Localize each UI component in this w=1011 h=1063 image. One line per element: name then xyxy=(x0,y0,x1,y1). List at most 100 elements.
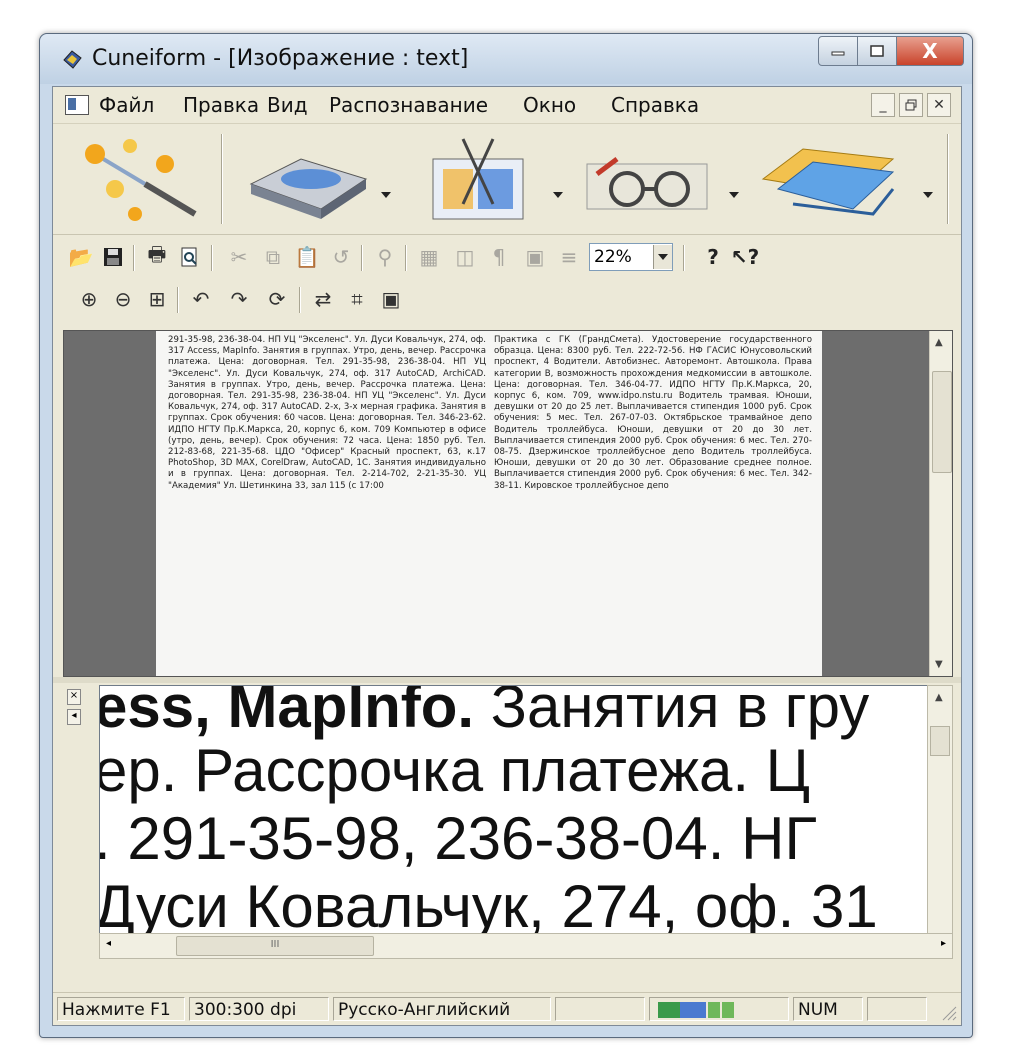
menu-edit[interactable]: Правка xyxy=(183,93,259,117)
zoom-line: ер. Рассрочка платежа. Ц xyxy=(99,737,811,804)
layout-button[interactable] xyxy=(403,134,543,224)
scanned-left-column: 291-35-98, 236-38-04. НП УЦ "Экселенс". … xyxy=(168,335,486,491)
save-file-button[interactable] xyxy=(99,243,127,271)
zoom-line: . 291-35-98, 236-38-04. НГ xyxy=(99,805,817,872)
fit-page-button[interactable]: ⊞ xyxy=(143,285,171,313)
dock-zoom-button[interactable]: ◂ xyxy=(67,709,81,725)
scrollbar-thumb[interactable] xyxy=(932,371,952,473)
zoom-select[interactable]: 22% xyxy=(589,243,673,271)
recognize-button[interactable] xyxy=(577,134,717,224)
scroll-up-icon[interactable]: ▲ xyxy=(935,337,943,348)
scroll-down-icon[interactable]: ▼ xyxy=(935,659,943,670)
pilcrow-icon: ¶ xyxy=(492,245,506,269)
scroll-right-icon[interactable]: ▸ xyxy=(941,938,946,949)
toolbar-separator xyxy=(405,245,407,271)
cut-button[interactable]: ✂ xyxy=(225,243,253,271)
zoom-value: 22% xyxy=(594,247,632,267)
scissors-icon: ✂ xyxy=(230,245,248,269)
status-bar: Нажмите F1 300:300 dpi Русско-Английский… xyxy=(53,992,961,1025)
minimize-icon xyxy=(831,51,845,56)
status-dpi: 300:300 dpi xyxy=(189,997,329,1021)
menu-recognition[interactable]: Распознавание xyxy=(329,93,488,117)
status-empty-panel xyxy=(555,997,645,1021)
zoom-in-button[interactable]: ⊕ xyxy=(75,285,103,313)
scrollbar-thumb[interactable]: III xyxy=(176,936,374,956)
title-bar[interactable]: Cuneiform - [Изображение : text] X xyxy=(40,34,972,84)
menu-bar: Файл Правка Вид Распознавание Окно Справ… xyxy=(53,87,961,124)
image-vertical-scrollbar[interactable]: ▲ ▼ xyxy=(929,331,952,676)
save-export-button[interactable] xyxy=(753,134,903,224)
close-icon: × xyxy=(69,690,79,701)
toolbar-separator xyxy=(221,134,223,224)
image-toolbar: ⊕ ⊖ ⊞ ↶ ↷ ⟳ ⇄ ⌗ ▣ xyxy=(53,279,961,319)
menu-view[interactable]: Вид xyxy=(267,93,308,117)
binoculars-icon: ⚲ xyxy=(377,245,393,269)
minimize-button[interactable] xyxy=(818,36,858,66)
chevron-down-icon[interactable] xyxy=(653,245,672,269)
menu-file[interactable]: Файл xyxy=(99,93,154,117)
doc-minimize-button[interactable]: _ xyxy=(871,93,895,117)
zoom-pane-gutter: × ◂ xyxy=(63,685,91,975)
close-icon: X xyxy=(922,39,938,63)
invert-button[interactable]: ⇄ xyxy=(309,285,337,313)
zoom-text-pane: × ◂ ess, MapInfo. Занятия в гру ер. Расс… xyxy=(63,685,953,975)
align-button[interactable]: ≡ xyxy=(555,243,583,271)
cuneiform-app-icon xyxy=(63,50,82,69)
zoom-vertical-scrollbar[interactable]: ▲ xyxy=(927,685,953,937)
invert-icon: ⇄ xyxy=(314,287,332,311)
recognition-wizard-button[interactable] xyxy=(75,134,205,224)
main-toolbar xyxy=(53,124,961,235)
doc-close-button[interactable]: ✕ xyxy=(927,93,951,117)
close-button[interactable]: X xyxy=(897,36,964,66)
print-preview-button[interactable] xyxy=(175,243,203,271)
toolbar-separator xyxy=(133,245,135,271)
scan-dropdown-arrow[interactable] xyxy=(381,192,391,198)
scroll-up-icon[interactable]: ▲ xyxy=(935,692,943,703)
copy-button[interactable]: ⧉ xyxy=(259,243,287,271)
scan-button[interactable] xyxy=(241,134,371,224)
window-title: Cuneiform - [Изображение : text] xyxy=(92,46,469,71)
columns-button[interactable]: ◫ xyxy=(451,243,479,271)
context-help-button[interactable]: ↖? xyxy=(731,243,759,271)
zoom-horizontal-scrollbar[interactable]: ◂ III ▸ xyxy=(99,933,953,959)
menu-window[interactable]: Окно xyxy=(523,93,576,117)
find-button[interactable]: ⚲ xyxy=(371,243,399,271)
image-view-pane[interactable]: 291-35-98, 236-38-04. НП УЦ "Экселенс". … xyxy=(63,330,953,677)
picture-area-button[interactable]: ▣ xyxy=(377,285,405,313)
document-window-icon[interactable] xyxy=(65,95,89,115)
select-area-button[interactable]: ⌗ xyxy=(343,285,371,313)
menu-help[interactable]: Справка xyxy=(611,93,699,117)
table-icon: ▦ xyxy=(419,245,439,269)
paste-button[interactable]: 📋 xyxy=(293,243,321,271)
scroll-left-icon[interactable]: ◂ xyxy=(106,938,111,949)
scrollbar-thumb[interactable] xyxy=(930,726,950,756)
picture-button[interactable]: ▣ xyxy=(521,243,549,271)
layout-dropdown-arrow[interactable] xyxy=(553,192,563,198)
rotate-right-button[interactable]: ↷ xyxy=(225,285,253,313)
zoom-line: ess, MapInfo. Занятия в гру xyxy=(99,685,870,740)
paragraph-marks-button[interactable]: ¶ xyxy=(485,243,513,271)
table-button[interactable]: ▦ xyxy=(415,243,443,271)
doc-restore-button[interactable] xyxy=(899,93,923,117)
scanned-right-column: Практика с ГК (ГрандСмета). Удостоверени… xyxy=(494,335,812,491)
zoom-out-button[interactable]: ⊖ xyxy=(109,285,137,313)
status-num-lock: NUM xyxy=(793,997,863,1021)
toolbar-separator xyxy=(947,134,949,224)
status-mode-panel xyxy=(649,997,789,1021)
close-zoom-button[interactable]: × xyxy=(67,689,81,705)
pane-splitter[interactable] xyxy=(53,677,961,683)
toolbar-separator xyxy=(211,245,213,271)
zoomed-text-view[interactable]: ess, MapInfo. Занятия в гру ер. Рассрочк… xyxy=(99,685,929,937)
recognize-dropdown-arrow[interactable] xyxy=(729,192,739,198)
help-button[interactable]: ? xyxy=(699,243,727,271)
export-dropdown-arrow[interactable] xyxy=(923,192,933,198)
align-icon: ≡ xyxy=(560,245,578,269)
resize-grip-icon[interactable] xyxy=(939,1003,957,1021)
rotate-left-button[interactable]: ↶ xyxy=(187,285,215,313)
maximize-button[interactable] xyxy=(858,36,897,66)
recognition-mode-icon xyxy=(658,1002,734,1018)
open-file-button[interactable]: 📂 xyxy=(67,243,95,271)
undo-button[interactable]: ↺ xyxy=(327,243,355,271)
print-button[interactable]: 🖶 xyxy=(143,242,171,271)
rotate-180-button[interactable]: ⟳ xyxy=(263,285,291,313)
